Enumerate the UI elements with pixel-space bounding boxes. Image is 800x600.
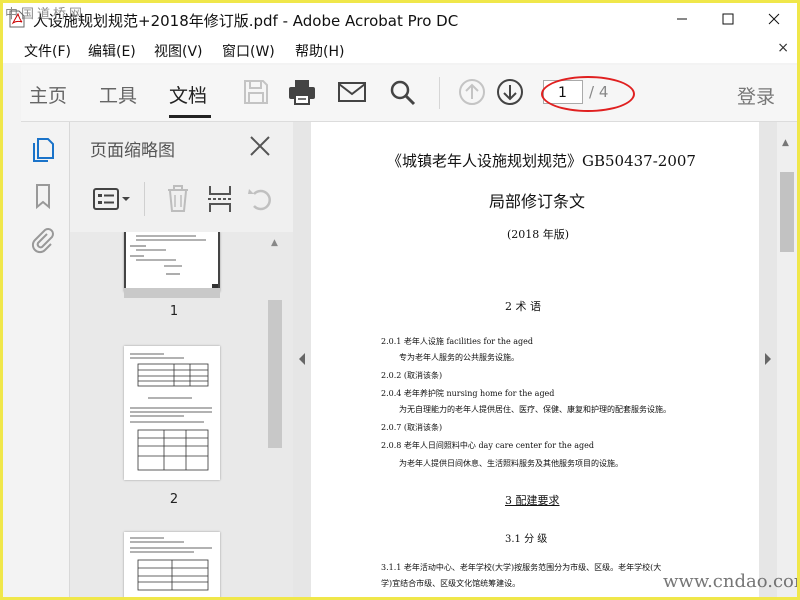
close-panel-icon[interactable]: [248, 134, 272, 158]
doc-edition: (2018 年版): [507, 228, 570, 241]
page-thumbnail-2[interactable]: [124, 346, 220, 480]
doc-section-3-1: 3.1 分 级: [505, 534, 548, 545]
menu-help[interactable]: 帮助(H): [295, 41, 344, 61]
split-page-icon[interactable]: [206, 184, 234, 214]
tab-tools[interactable]: 工具: [99, 81, 137, 108]
rotate-icon[interactable]: [246, 184, 274, 214]
navigation-rail: [21, 122, 69, 597]
menu-view[interactable]: 视图(V): [154, 41, 203, 61]
watermark-bottom: www.cndao.com: [663, 571, 797, 592]
page-1-preview: [130, 235, 218, 290]
maximize-icon: [722, 13, 734, 25]
title-bar: 人设施规划规范+2018年修订版.pdf - Adobe Acrobat Pro…: [3, 3, 797, 35]
menu-file[interactable]: 文件(F): [24, 41, 71, 61]
doc-line: 为老年人提供日间休息、生活照料服务及其他服务项目的设施。: [399, 459, 623, 468]
print-icon[interactable]: [287, 77, 317, 107]
page-thumbnail-3[interactable]: [124, 532, 220, 597]
search-icon[interactable]: [387, 77, 417, 107]
toolbar-separator: [439, 77, 440, 109]
tab-home[interactable]: 主页: [29, 81, 67, 108]
page-3-preview: [130, 537, 212, 591]
thumbnail-list[interactable]: 1 2: [70, 232, 294, 597]
doc-line: 2.0.1 老年人设施 facilities for the aged: [381, 337, 534, 346]
doc-line: 2.0.2 (取消该条): [381, 371, 443, 380]
scroll-up-arrow-icon[interactable]: ▲: [271, 238, 278, 248]
doc-title: 《城镇老年人设施规划规范》GB50437-2007: [387, 152, 696, 170]
bookmark-icon[interactable]: [29, 182, 57, 210]
panel-splitter[interactable]: [293, 122, 311, 597]
thumbnail-scrollbar-thumb[interactable]: [268, 300, 282, 448]
minimize-button[interactable]: [659, 3, 705, 35]
page-2-preview: [130, 353, 212, 471]
login-button[interactable]: 登录: [737, 82, 775, 109]
document-scrollbar-thumb[interactable]: [780, 172, 794, 252]
doc-subtitle: 局部修订条文: [489, 192, 586, 211]
expand-right-icon[interactable]: [763, 352, 773, 366]
doc-line: 2.0.8 老年人日间照料中心 day care center for the …: [381, 441, 594, 450]
document-scrollbar[interactable]: ▲: [777, 122, 797, 597]
doc-chapter-2: 2 术 语: [505, 300, 541, 313]
menu-bar: 文件(F) 编辑(E) 视图(V) 窗口(W) 帮助(H) ×: [3, 35, 797, 63]
next-page-icon[interactable]: [495, 77, 525, 107]
minimize-icon: [677, 18, 687, 20]
save-icon[interactable]: [241, 77, 271, 107]
tab-document[interactable]: 文档: [169, 81, 207, 108]
panel-toolbar-separator: [144, 182, 145, 216]
previous-page-icon[interactable]: [457, 77, 487, 107]
email-icon[interactable]: [337, 77, 367, 107]
doc-line: 为无自理能力的老年人提供居住、医疗、保健、康复和护理的配套服务设施。: [399, 405, 671, 414]
right-panel-strip[interactable]: [759, 122, 777, 597]
doc-chapter-3: 3 配建要求: [505, 494, 560, 507]
thumbnail-label-1: 1: [169, 304, 179, 319]
menu-edit[interactable]: 编辑(E): [88, 41, 136, 61]
attachment-icon[interactable]: [29, 226, 57, 254]
doc-line: 学)宜结合市级、区级文化馆统筹建设。: [381, 579, 521, 588]
page-thumbnails-panel: 页面缩略图 1 2 ▲: [69, 122, 295, 597]
document-page: 《城镇老年人设施规划规范》GB50437-2007 局部修订条文 (2018 年…: [311, 122, 759, 597]
menu-window[interactable]: 窗口(W): [222, 41, 275, 61]
main-toolbar: 主页 工具 文档 1 / 4 登录: [21, 65, 797, 122]
close-document-button[interactable]: ×: [777, 40, 789, 56]
page-thumbnail-1[interactable]: [124, 232, 220, 292]
doc-line: 3.1.1 老年活动中心、老年学校(大学)按服务范围分为市级、区级。老年学校(大: [381, 563, 662, 572]
collapse-left-icon[interactable]: [297, 352, 307, 366]
red-annotation-ellipse: [541, 76, 635, 112]
close-icon: [768, 13, 780, 25]
maximize-button[interactable]: [705, 3, 751, 35]
thumbnail-label-2: 2: [169, 492, 179, 507]
watermark-top: 中国道桥网: [5, 7, 86, 22]
delete-page-icon[interactable]: [164, 184, 192, 214]
window-title: 人设施规划规范+2018年修订版.pdf - Adobe Acrobat Pro…: [33, 12, 459, 30]
doc-line: 2.0.7 (取消该条): [381, 423, 443, 432]
panel-title: 页面缩略图: [90, 141, 175, 161]
page-thumbnails-icon[interactable]: [29, 136, 57, 164]
acrobat-window: 人设施规划规范+2018年修订版.pdf - Adobe Acrobat Pro…: [3, 3, 797, 597]
active-tab-indicator: [169, 115, 211, 118]
thumbnail-1-shadow: [124, 288, 220, 298]
thumbnail-options-icon[interactable]: [92, 184, 132, 214]
doc-line: 专为老年人服务的公共服务设施。: [399, 353, 519, 362]
close-window-button[interactable]: [751, 3, 797, 35]
doc-line: 2.0.4 老年养护院 nursing home for the aged: [381, 389, 555, 398]
scroll-up-arrow-icon[interactable]: ▲: [782, 138, 789, 148]
